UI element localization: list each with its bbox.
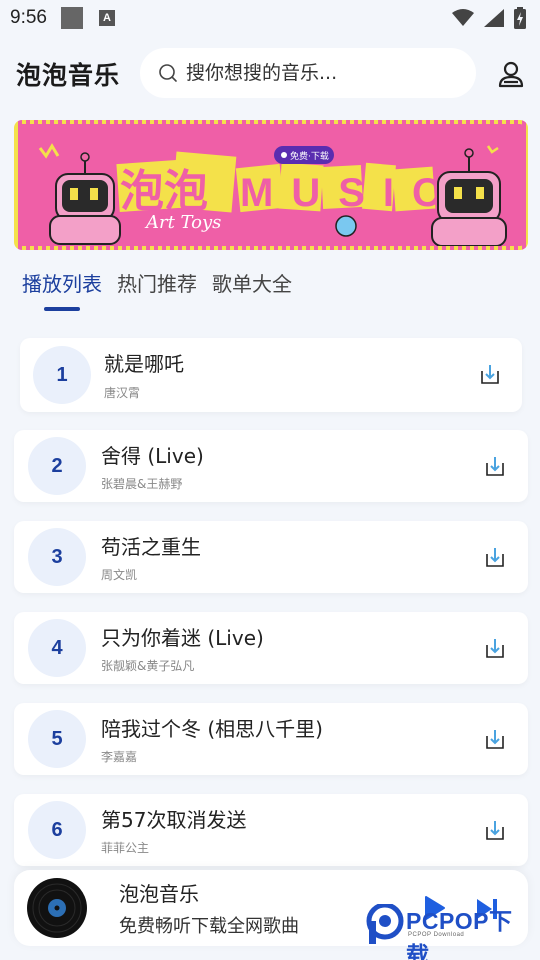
player-subtitle: 免费畅听下载全网歌曲: [119, 916, 299, 937]
song-row[interactable]: 1 就是哪吒 唐汉霄: [20, 338, 522, 412]
song-title: 只为你着迷 (Live): [101, 626, 264, 650]
tab-song-lists[interactable]: 歌单大全: [212, 268, 292, 311]
watermark-subtext: PCPOP Download: [408, 932, 465, 938]
watermark-text: PCPOP下载: [406, 908, 513, 960]
song-artist: 唐汉霄: [104, 386, 141, 400]
download-icon[interactable]: [483, 818, 507, 842]
svg-text:MUSIC: MUSIC: [240, 171, 459, 215]
song-artist: 菲菲公主: [101, 841, 150, 855]
song-title: 苟活之重生: [101, 535, 201, 559]
pcpop-logo-icon: [366, 904, 404, 944]
search-icon: [159, 64, 177, 82]
download-icon[interactable]: [483, 727, 507, 751]
promo-banner[interactable]: 泡泡 MUSIC 免费·下载 Art Toys: [14, 120, 528, 250]
notification-a-icon: A: [98, 10, 115, 26]
song-artist: 张碧晨&王赫野: [101, 477, 183, 491]
song-title: 第57次取消发送: [101, 808, 247, 832]
watermark: PCPOP下载 PCPOP Download: [366, 898, 536, 960]
song-number: 2: [28, 437, 86, 495]
player-title: 泡泡音乐: [119, 882, 199, 906]
song-artist: 李嘉嘉: [101, 750, 138, 764]
user-profile-icon[interactable]: [498, 60, 524, 88]
svg-text:免费·下载: 免费·下载: [290, 150, 329, 162]
song-number: 6: [28, 801, 86, 859]
download-icon[interactable]: [483, 636, 507, 660]
status-icons: [452, 7, 526, 29]
app-header: 泡泡音乐: [0, 44, 540, 104]
song-row[interactable]: 2 舍得 (Live) 张碧晨&王赫野: [14, 430, 528, 502]
search-bar[interactable]: [140, 48, 476, 98]
robot-right-icon: [431, 145, 507, 246]
download-icon[interactable]: [478, 362, 502, 386]
notification-square-icon: [60, 7, 83, 29]
tab-playlist[interactable]: 播放列表: [22, 268, 102, 311]
song-artist: 周文凯: [101, 568, 138, 582]
banner-illustration: 泡泡 MUSIC 免费·下载 Art Toys: [38, 143, 507, 246]
song-title: 舍得 (Live): [101, 444, 204, 468]
download-icon[interactable]: [483, 454, 507, 478]
song-title: 就是哪吒: [104, 352, 184, 376]
song-row[interactable]: 4 只为你着迷 (Live) 张靓颖&黄子弘凡: [14, 612, 528, 684]
status-time: 9:56: [10, 7, 47, 28]
song-number: 3: [28, 528, 86, 586]
song-number: 1: [33, 346, 91, 404]
tab-hot-recommend[interactable]: 热门推荐: [117, 268, 197, 311]
song-artist: 张靓颖&黄子弘凡: [101, 659, 195, 673]
download-icon[interactable]: [483, 545, 507, 569]
vinyl-disc-icon: [27, 878, 87, 938]
battery-icon: [514, 7, 526, 29]
category-tabs: 播放列表 热门推荐 歌单大全: [22, 268, 292, 311]
song-row[interactable]: 3 苟活之重生 周文凯: [14, 521, 528, 593]
banner-artwork: 泡泡 MUSIC 免费·下载 Art Toys: [18, 124, 524, 246]
song-title: 陪我过个冬 (相思八千里): [101, 717, 323, 741]
search-input[interactable]: [186, 62, 466, 84]
song-number: 5: [28, 710, 86, 768]
song-row[interactable]: 5 陪我过个冬 (相思八千里) 李嘉嘉: [14, 703, 528, 775]
svg-text:泡泡: 泡泡: [120, 166, 208, 217]
song-row[interactable]: 6 第57次取消发送 菲菲公主: [14, 794, 528, 866]
svg-text:Art Toys: Art Toys: [144, 212, 221, 233]
status-bar: 9:56 A: [0, 0, 540, 36]
signal-icon: [484, 9, 504, 27]
wifi-icon: [452, 9, 474, 26]
robot-left-icon: [38, 143, 121, 245]
song-number: 4: [28, 619, 86, 677]
app-title: 泡泡音乐: [16, 61, 121, 90]
